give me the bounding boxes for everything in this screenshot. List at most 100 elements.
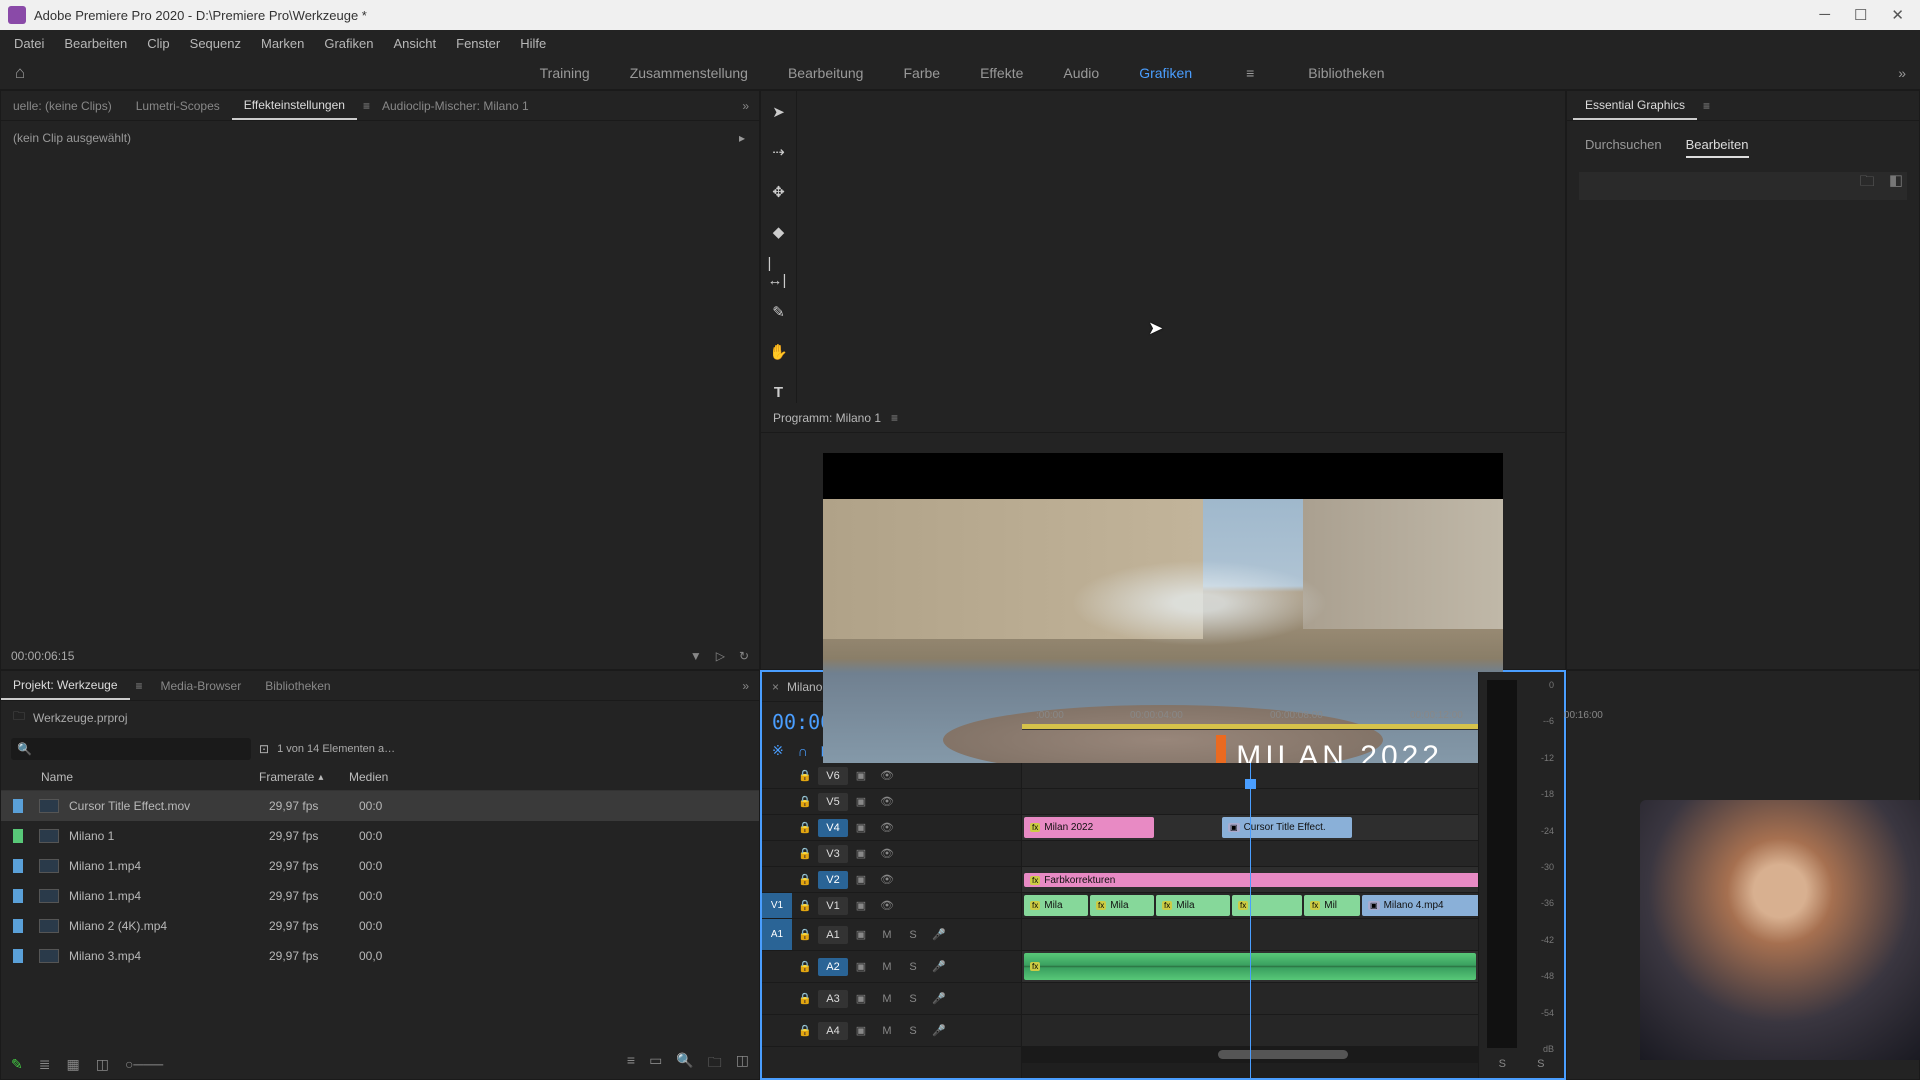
track-a3[interactable]: A3 bbox=[818, 990, 848, 1008]
seq-close-icon[interactable]: × bbox=[772, 680, 779, 694]
project-item[interactable]: Cursor Title Effect.mov29,97 fps00:0 bbox=[1, 791, 759, 821]
tab-projekt[interactable]: Projekt: Werkzeuge bbox=[1, 672, 130, 700]
source-timecode[interactable]: 00:00:06:15 bbox=[11, 649, 690, 663]
eg-tab-bearbeiten[interactable]: Bearbeiten bbox=[1686, 137, 1749, 158]
menu-datei[interactable]: Datei bbox=[4, 32, 54, 55]
vertical-select-icon[interactable]: ⇢ bbox=[768, 141, 790, 163]
tab-lumetri[interactable]: Lumetri-Scopes bbox=[124, 93, 232, 119]
tab-bibliotheken[interactable]: Bibliotheken bbox=[253, 673, 342, 699]
prj-overflow-icon[interactable]: » bbox=[732, 679, 759, 693]
clip-v1-4[interactable]: fxMil bbox=[1304, 895, 1360, 916]
menu-fenster[interactable]: Fenster bbox=[446, 32, 510, 55]
menu-hilfe[interactable]: Hilfe bbox=[510, 32, 556, 55]
lock-icon[interactable]: 🔒 bbox=[792, 769, 818, 782]
menu-grafiken[interactable]: Grafiken bbox=[314, 32, 383, 55]
tab-audioclip-mischer[interactable]: Audioclip-Mischer: Milano 1 bbox=[370, 93, 541, 119]
icon-view-icon[interactable]: ▦ bbox=[66, 1056, 79, 1073]
project-item[interactable]: Milano 3.mp429,97 fps00,0 bbox=[1, 941, 759, 971]
sort-icon[interactable]: ≡ bbox=[627, 1052, 635, 1076]
mute-icon[interactable]: M bbox=[874, 929, 900, 941]
patch-a1[interactable]: A1 bbox=[762, 919, 792, 950]
hand-tool-icon[interactable]: ✋ bbox=[768, 341, 790, 363]
crop-icon[interactable]: ✥ bbox=[768, 181, 790, 203]
track-v2[interactable]: V2 bbox=[818, 871, 848, 889]
col-framerate[interactable]: Framerate▴ bbox=[259, 770, 349, 784]
ws-zusammenstellung[interactable]: Zusammenstellung bbox=[630, 65, 748, 81]
project-item[interactable]: Milano 2 (4K).mp429,97 fps00:0 bbox=[1, 911, 759, 941]
solo-l[interactable]: S bbox=[1499, 1058, 1506, 1070]
project-search-input[interactable]: 🔍 bbox=[11, 738, 251, 760]
track-v6[interactable]: V6 bbox=[818, 767, 848, 785]
clip-milan2022[interactable]: fxMilan 2022 bbox=[1024, 817, 1154, 838]
eye-icon[interactable]: 👁 bbox=[874, 769, 900, 782]
menu-clip[interactable]: Clip bbox=[137, 32, 179, 55]
clip-v1-5[interactable]: ▣Milano 4.mp4 bbox=[1362, 895, 1478, 916]
clip-v1-1[interactable]: fxMila bbox=[1090, 895, 1154, 916]
close-icon[interactable]: ✕ bbox=[1891, 6, 1904, 24]
track-a1[interactable]: A1 bbox=[818, 926, 848, 944]
maximize-icon[interactable]: ☐ bbox=[1854, 6, 1867, 24]
track-a2[interactable]: A2 bbox=[818, 958, 848, 976]
clip-farbkorrekturen[interactable]: fxFarbkorrekturen bbox=[1024, 873, 1478, 887]
lock-icon[interactable]: 🔒 bbox=[792, 873, 818, 886]
project-item[interactable]: Milano 1.mp429,97 fps00:0 bbox=[1, 881, 759, 911]
minimize-icon[interactable]: ─ bbox=[1819, 6, 1830, 24]
auto-seq-icon[interactable]: ▭ bbox=[649, 1052, 662, 1076]
solo-icon[interactable]: S bbox=[900, 929, 926, 941]
track-a4[interactable]: A4 bbox=[818, 1022, 848, 1040]
track-v4[interactable]: V4 bbox=[818, 819, 848, 837]
ws-farbe[interactable]: Farbe bbox=[903, 65, 940, 81]
loop-icon[interactable]: ↻ bbox=[739, 649, 749, 663]
col-name[interactable]: Name bbox=[13, 770, 259, 784]
pen-icon[interactable]: ✎ bbox=[11, 1056, 23, 1073]
eg-tab-durchsuchen[interactable]: Durchsuchen bbox=[1585, 137, 1662, 158]
slip-icon[interactable]: |↔| bbox=[768, 261, 790, 283]
linked-sel-icon[interactable]: ∩ bbox=[798, 743, 808, 759]
project-item[interactable]: Milano 1.mp429,97 fps00:0 bbox=[1, 851, 759, 881]
ws-audio[interactable]: Audio bbox=[1063, 65, 1099, 81]
clip-v1-3[interactable]: fx bbox=[1232, 895, 1302, 916]
ws-overflow-icon[interactable]: » bbox=[1884, 65, 1920, 81]
tab-media-browser[interactable]: Media-Browser bbox=[149, 673, 254, 699]
home-icon[interactable]: ⌂ bbox=[0, 63, 40, 83]
zoom-slider[interactable]: ○─── bbox=[125, 1056, 163, 1072]
ws-bibliotheken[interactable]: Bibliotheken bbox=[1308, 65, 1384, 81]
timeline-clips[interactable]: fxMilan 2022 ▣Cursor Title Effect. fxFar… bbox=[1022, 763, 1478, 1078]
solo-r[interactable]: S bbox=[1537, 1058, 1544, 1070]
list-view-icon[interactable]: ≣ bbox=[39, 1056, 51, 1073]
ws-bearbeitung[interactable]: Bearbeitung bbox=[788, 65, 864, 81]
menu-bearbeiten[interactable]: Bearbeiten bbox=[54, 32, 137, 55]
eg-menu-icon[interactable]: ≡ bbox=[1697, 99, 1710, 113]
new-bin-icon[interactable]: 🗀 bbox=[708, 1052, 722, 1076]
folder-icon[interactable]: 🗀 bbox=[1860, 171, 1875, 196]
eg-title[interactable]: Essential Graphics bbox=[1573, 92, 1697, 120]
playhead[interactable] bbox=[1250, 763, 1251, 1078]
tab-menu-icon[interactable]: ≡ bbox=[357, 99, 370, 113]
only-icon[interactable]: ▷ bbox=[716, 649, 725, 663]
lock-icon[interactable]: 🔒 bbox=[792, 821, 818, 834]
freeform-icon[interactable]: ◫ bbox=[96, 1056, 109, 1073]
new-layer-icon[interactable]: ◧ bbox=[1889, 171, 1903, 196]
tabs-overflow-icon[interactable]: » bbox=[732, 99, 759, 113]
ws-training[interactable]: Training bbox=[540, 65, 590, 81]
clip-v1-2[interactable]: fxMila bbox=[1156, 895, 1230, 916]
ws-effekte[interactable]: Effekte bbox=[980, 65, 1023, 81]
filter-icon[interactable]: ▼ bbox=[690, 649, 702, 663]
filter-bin-icon[interactable]: ⊡ bbox=[259, 742, 269, 756]
new-item-icon[interactable]: ◫ bbox=[736, 1052, 749, 1076]
anchor-icon[interactable]: ◆ bbox=[768, 221, 790, 243]
ws-grafiken[interactable]: Grafiken bbox=[1139, 65, 1192, 81]
pen-tool-icon[interactable]: ✎ bbox=[768, 301, 790, 323]
voice-icon[interactable]: 🎤 bbox=[926, 928, 952, 941]
track-v1[interactable]: V1 bbox=[818, 897, 848, 915]
clip-cursor-title[interactable]: ▣Cursor Title Effect. bbox=[1222, 817, 1352, 838]
tab-effekteinstellungen[interactable]: Effekteinstellungen bbox=[232, 92, 357, 120]
find-icon[interactable]: 🔍 bbox=[676, 1052, 693, 1076]
project-item[interactable]: Milano 129,97 fps00:0 bbox=[1, 821, 759, 851]
track-v3[interactable]: V3 bbox=[818, 845, 848, 863]
snap-icon[interactable]: ※ bbox=[772, 742, 784, 759]
lock-icon[interactable]: 🔒 bbox=[792, 795, 818, 808]
lock-icon[interactable]: 🔒 bbox=[792, 847, 818, 860]
patch-v1[interactable]: V1 bbox=[762, 893, 792, 918]
selection-tool-icon[interactable]: ➤ bbox=[768, 101, 790, 123]
